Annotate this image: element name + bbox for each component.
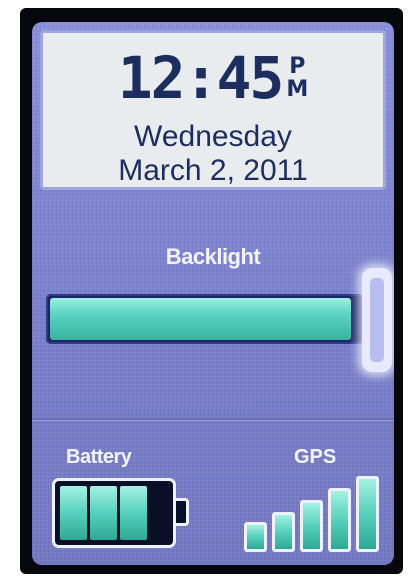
gps-signal-bar [328, 488, 351, 552]
battery-cell [60, 486, 87, 540]
gps-label: GPS [294, 446, 337, 468]
clock-time: 12:45 [117, 44, 285, 112]
meridiem-indicator: PM [286, 55, 308, 101]
battery-icon [52, 478, 176, 548]
clock-panel: 12:45 P M Wednesday March 2, 2011 [40, 30, 386, 190]
section-divider [32, 418, 394, 420]
gps-signal-bar [300, 500, 323, 552]
backlight-slider-track[interactable] [46, 294, 364, 344]
device-frame: 12:45 P M Wednesday March 2, 2011 Backligh… [20, 8, 403, 574]
meridiem-top: P [289, 54, 306, 79]
backlight-slider-fill [50, 298, 351, 340]
battery-label: Battery [66, 446, 132, 468]
status-screen: 12:45 P M Wednesday March 2, 2011 Backligh… [32, 22, 394, 565]
time-row: 12:45 P M [43, 49, 383, 107]
gps-signal-bar [244, 522, 267, 552]
backlight-slider-handle[interactable] [362, 268, 392, 372]
gps-signal-bar [356, 476, 379, 552]
meridiem-bottom: M [286, 77, 309, 102]
weekday-label: Wednesday [134, 120, 292, 153]
date-label: March 2, 2011 [118, 154, 308, 187]
battery-cell [120, 486, 147, 540]
battery-cell [90, 486, 117, 540]
gps-signal-bar [272, 512, 295, 552]
backlight-label: Backlight [165, 244, 261, 269]
battery-terminal [176, 498, 189, 526]
